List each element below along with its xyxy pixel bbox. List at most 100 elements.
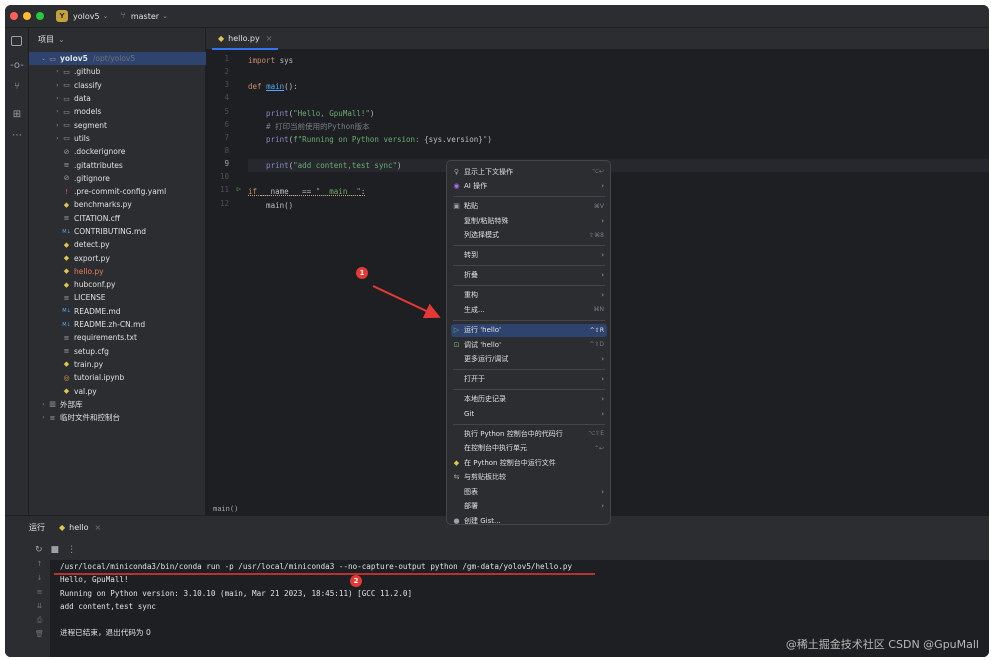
tree-item[interactable]: › ▭ data xyxy=(29,92,206,105)
menu-item[interactable]: ⊡ 调试 'hello' ^⇧D xyxy=(451,338,607,351)
menu-item[interactable]: 复制/粘贴特殊 › xyxy=(451,214,607,227)
menu-item-label: 生成... xyxy=(464,305,485,314)
print-icon[interactable]: ⎙ xyxy=(29,616,50,630)
tree-item[interactable]: M↓ README.zh-CN.md xyxy=(29,318,206,331)
menu-item-label: 转到 xyxy=(464,251,478,260)
tree-item[interactable]: › ≡ 临时文件和控制台 xyxy=(29,411,206,424)
trash-icon[interactable]: 🗑 xyxy=(29,630,50,644)
menu-item-label: AI 操作 xyxy=(464,182,488,190)
tree-item-label: .gitignore xyxy=(74,173,110,183)
soft-wrap-icon[interactable]: ≡ xyxy=(29,588,50,602)
tree-item[interactable]: ⌄ ▭ yolov5/opt/yolov5 xyxy=(29,52,206,66)
tree-item[interactable]: ⊘ .gitignore xyxy=(29,172,206,185)
menu-item[interactable]: 转到 › xyxy=(451,249,607,262)
menu-item[interactable]: 重构 › xyxy=(451,289,607,302)
pull-requests-icon[interactable]: ⑂ xyxy=(10,80,24,94)
tree-item[interactable]: ◆ detect.py xyxy=(29,238,206,251)
tree-item[interactable]: › ▭ classify xyxy=(29,79,206,92)
close-icon[interactable]: × xyxy=(95,523,102,532)
code-line: import sys xyxy=(248,54,989,67)
folder-icon: ▭ xyxy=(63,81,70,90)
menu-item[interactable]: 列选择模式 ⇧⌘8 xyxy=(451,229,607,242)
tree-item[interactable]: ≡ CITATION.cff xyxy=(29,212,206,225)
tree-item[interactable]: ◎ tutorial.ipynb xyxy=(29,371,206,384)
menu-item[interactable]: 生成... ⌘N xyxy=(451,303,607,316)
chevron-right-icon[interactable]: › xyxy=(39,401,48,408)
code-area[interactable]: import sys def main(): print("Hello, GpuM… xyxy=(248,54,989,212)
chevron-right-icon[interactable]: › xyxy=(53,135,62,142)
code-line: print(f"Running on Python version: {sys.… xyxy=(248,133,989,146)
tree-item[interactable]: › ▥ 外部库 xyxy=(29,398,206,411)
menu-item[interactable]: 打开于 › xyxy=(451,373,607,386)
gutter-run-icon[interactable]: ▷ xyxy=(237,185,241,193)
menu-item[interactable]: 执行 Python 控制台中的代码行 ⌥⇧E xyxy=(451,427,607,440)
run-tab-hello[interactable]: hello xyxy=(69,523,88,532)
chevron-right-icon: › xyxy=(601,355,604,363)
project-switcher[interactable]: yolov5 xyxy=(73,12,100,21)
tree-item[interactable]: M↓ README.md xyxy=(29,305,206,318)
menu-item[interactable]: ▷ 运行 'hello' ^⇧R xyxy=(451,323,607,337)
python-file-icon: ◆ xyxy=(63,387,70,396)
tree-item[interactable]: ! .pre-commit-config.yaml xyxy=(29,185,206,198)
tree-item[interactable]: › ▭ segment xyxy=(29,118,206,131)
project-badge[interactable]: Y xyxy=(56,10,68,22)
menu-item[interactable]: ● 创建 Gist... xyxy=(451,514,607,527)
scroll-down-icon[interactable]: ↓ xyxy=(29,574,50,588)
chevron-right-icon[interactable]: › xyxy=(53,95,62,102)
more-icon[interactable]: ⋮ xyxy=(67,545,76,555)
tree-item[interactable]: ◆ hubconf.py xyxy=(29,278,206,291)
ignore-file-icon: ⊘ xyxy=(63,147,70,156)
chevron-down-icon[interactable]: ⌄ xyxy=(39,55,48,62)
close-icon[interactable]: × xyxy=(266,34,273,43)
menu-item[interactable]: 部署 › xyxy=(451,500,607,513)
chevron-right-icon[interactable]: › xyxy=(53,108,62,115)
tree-item[interactable]: › ▭ utils xyxy=(29,132,206,145)
chevron-right-icon[interactable]: › xyxy=(53,68,62,75)
tree-item[interactable]: M↓ CONTRIBUTING.md xyxy=(29,225,206,238)
menu-item[interactable]: ♀ 显示上下文操作 ⌥↩ xyxy=(451,165,607,178)
tree-item[interactable]: ≡ setup.cfg xyxy=(29,345,206,358)
menu-item[interactable]: ◉ AI 操作 › xyxy=(451,180,607,193)
tree-item[interactable]: › ▭ .github xyxy=(29,65,206,78)
tree-item[interactable]: ≡ LICENSE xyxy=(29,291,206,304)
project-folder-icon[interactable] xyxy=(11,36,22,46)
menu-item[interactable]: Git › xyxy=(451,407,607,420)
structure-icon[interactable]: ⊞ xyxy=(10,108,24,122)
menu-item[interactable]: 图表 › xyxy=(451,485,607,498)
tree-item[interactable]: ⊘ .dockerignore xyxy=(29,145,206,158)
rerun-icon[interactable]: ↻ xyxy=(35,545,43,555)
python-file-icon: ◆ xyxy=(218,33,225,43)
stop-icon[interactable]: ■ xyxy=(51,545,60,555)
tree-item[interactable]: ◆ val.py xyxy=(29,384,206,397)
tree-item[interactable]: ◆ export.py xyxy=(29,251,206,264)
minimize-window-button[interactable] xyxy=(23,12,31,20)
zoom-window-button[interactable] xyxy=(36,12,44,20)
chevron-right-icon[interactable]: › xyxy=(53,82,62,89)
tree-item[interactable]: ≡ .gitattributes xyxy=(29,158,206,171)
menu-item-label: 显示上下文操作 xyxy=(464,167,513,176)
menu-item[interactable]: 本地历史记录 › xyxy=(451,393,607,406)
chevron-right-icon[interactable]: › xyxy=(53,122,62,129)
tree-item[interactable]: ◆ benchmarks.py xyxy=(29,198,206,211)
menu-item[interactable]: 折叠 › xyxy=(451,269,607,282)
menu-item[interactable]: ▣ 粘贴 ⌘V xyxy=(451,200,607,213)
line-number: 7 xyxy=(224,132,229,142)
commit-icon[interactable]: -o- xyxy=(10,59,24,73)
branch-switcher[interactable]: master xyxy=(131,12,159,21)
tree-item[interactable]: › ▭ models xyxy=(29,105,206,118)
tree-item[interactable]: ◆ hello.py xyxy=(29,265,206,278)
menu-item[interactable]: ⇆ 与剪贴板比较 xyxy=(451,471,607,484)
chevron-right-icon[interactable]: › xyxy=(39,414,48,421)
project-panel-header[interactable]: 项目 ⌄ xyxy=(29,28,206,50)
tree-item[interactable]: ◆ train.py xyxy=(29,358,206,371)
tree-item[interactable]: ≡ requirements.txt xyxy=(29,331,206,344)
more-icon[interactable]: ⋯ xyxy=(10,129,24,143)
menu-item[interactable]: ◆ 在 Python 控制台中运行文件 xyxy=(451,456,607,469)
close-window-button[interactable] xyxy=(10,12,18,20)
menu-item[interactable]: 在控制台中执行单元 ⌃↩ xyxy=(451,442,607,455)
scroll-up-icon[interactable]: ↑ xyxy=(29,560,50,574)
scroll-end-icon[interactable]: ⇊ xyxy=(29,602,50,616)
menu-item[interactable]: 更多运行/调试 › xyxy=(451,353,607,366)
editor-tab-hello[interactable]: ◆ hello.py × xyxy=(212,28,279,50)
